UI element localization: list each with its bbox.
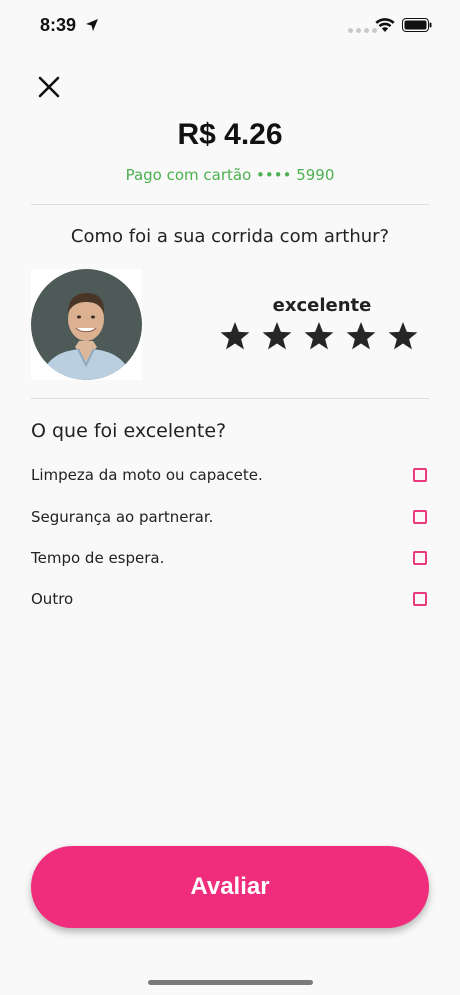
battery-icon: [402, 18, 432, 32]
signal-dots-icon: [348, 28, 377, 33]
submit-button-label: Avaliar: [190, 873, 270, 900]
feedback-option[interactable]: Segurança ao partnerar.: [31, 502, 429, 532]
status-time: 8:39: [40, 15, 77, 35]
feedback-option-label: Outro: [31, 590, 74, 608]
rating-question: Como foi a sua corrida com arthur?: [70, 226, 390, 247]
wifi-icon: [375, 18, 395, 32]
checkbox[interactable]: [413, 551, 427, 565]
driver-avatar: [31, 269, 142, 380]
driver-photo: [31, 269, 142, 380]
star-icon[interactable]: [387, 320, 419, 352]
status-bar: 8:39: [0, 0, 460, 50]
home-indicator[interactable]: [148, 980, 313, 985]
divider: [31, 204, 429, 205]
feedback-option-label: Segurança ao partnerar.: [31, 508, 214, 526]
feedback-option-label: Limpeza da moto ou capacete.: [31, 466, 263, 484]
feedback-option[interactable]: Limpeza da moto ou capacete.: [31, 460, 429, 490]
checkbox[interactable]: [413, 592, 427, 606]
star-icon[interactable]: [219, 320, 251, 352]
feedback-option-label: Tempo de espera.: [31, 549, 165, 567]
divider: [31, 398, 429, 399]
rating-label: excelente: [272, 295, 372, 316]
close-button[interactable]: [34, 72, 64, 102]
payment-method: Pago com cartão •••• 5990: [125, 166, 335, 184]
close-icon: [38, 76, 60, 98]
star-icon[interactable]: [303, 320, 335, 352]
star-icon[interactable]: [261, 320, 293, 352]
feedback-option[interactable]: Outro: [31, 584, 429, 614]
checkbox[interactable]: [413, 510, 427, 524]
checkbox[interactable]: [413, 468, 427, 482]
feedback-option[interactable]: Tempo de espera.: [31, 543, 429, 573]
star-rating[interactable]: [219, 320, 419, 352]
ride-amount: R$ 4.26: [177, 118, 283, 151]
feedback-title: O que foi excelente?: [31, 420, 227, 442]
submit-rating-button[interactable]: Avaliar: [31, 846, 429, 928]
location-arrow-icon: [86, 19, 98, 31]
star-icon[interactable]: [345, 320, 377, 352]
